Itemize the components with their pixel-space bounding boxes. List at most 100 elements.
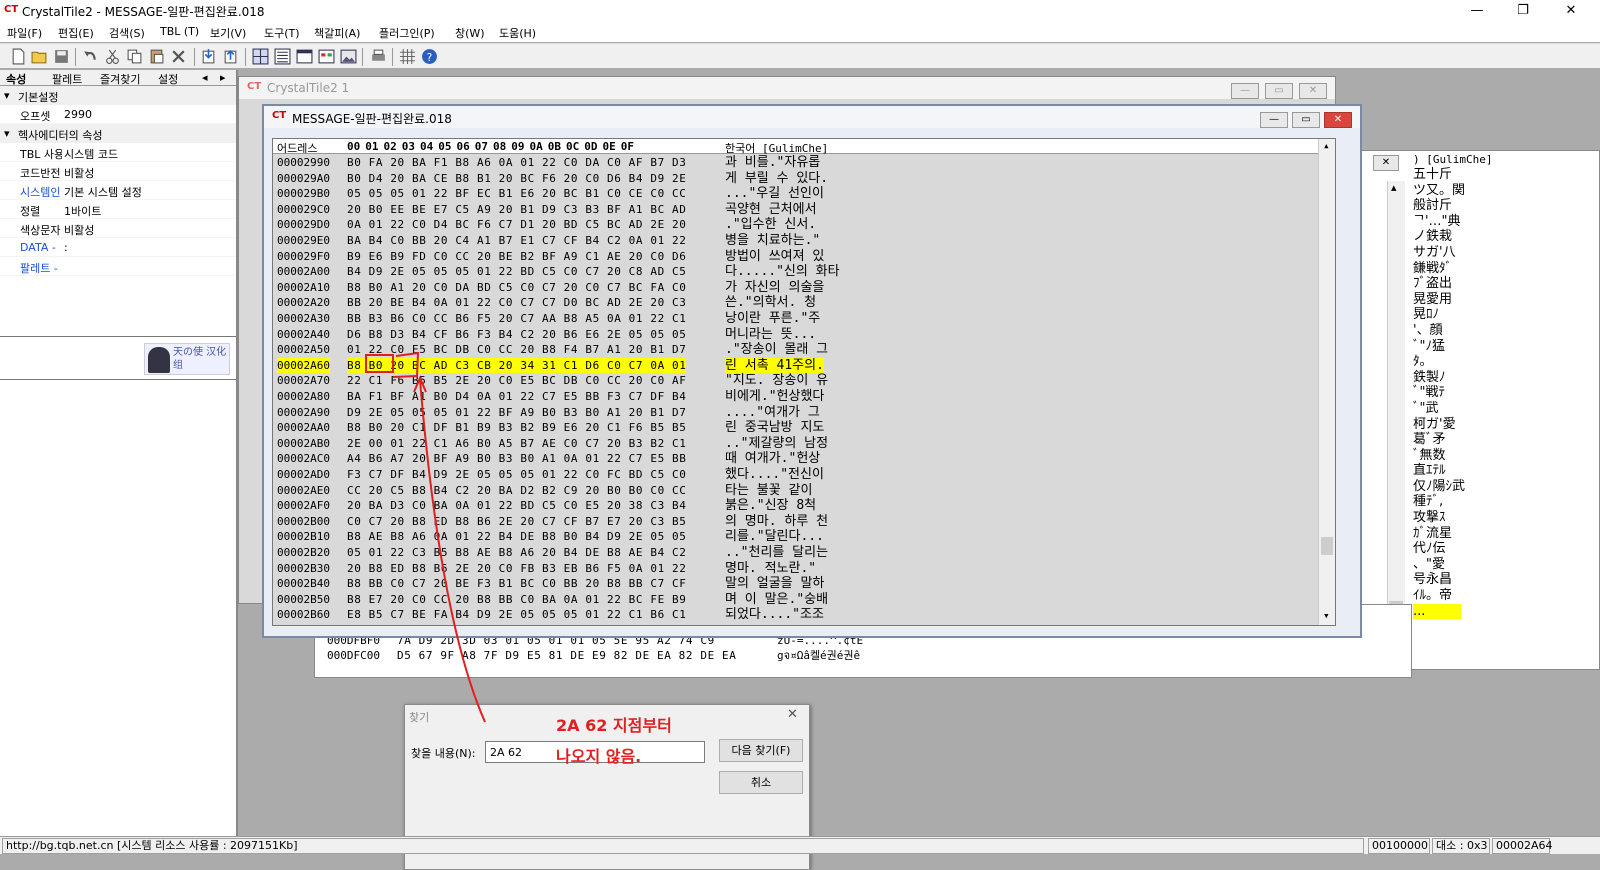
hex-text[interactable]: 리를."달린다... — [725, 529, 824, 544]
hex-row[interactable]: 000029E0 BA B4 C0 BB 20 C4 A1 B7 E1 C7 CF… — [273, 233, 1335, 249]
hex-bytes[interactable]: D9 2E 05 05 05 01 22 BF A9 B0 B3 B0 A1 2… — [347, 405, 686, 420]
hex-bytes[interactable]: B4 D9 2E 05 05 05 01 22 BD C5 C0 C7 20 C… — [347, 264, 686, 279]
hex-bytes[interactable]: 2E 00 01 22 C1 A6 B0 A5 B7 AE C0 C7 20 B… — [347, 436, 686, 451]
hex-text[interactable]: ."장송이 몰래 그 — [725, 342, 828, 357]
hex-bytes[interactable]: 0A 01 22 C0 D4 BC F6 C7 D1 20 BD C5 BC A… — [347, 217, 686, 232]
hex-text[interactable]: 방법이 쓰여져 있 — [725, 249, 824, 264]
hex-bytes[interactable]: D6 B8 D3 B4 CF B6 F3 B4 C2 20 B6 E6 2E 0… — [347, 327, 686, 342]
hex-row[interactable]: 00002A10 B8 B0 A1 20 C0 DA BD C5 C0 C7 20… — [273, 280, 1335, 296]
collapse-icon[interactable]: ▾ — [4, 89, 10, 102]
minimize-button[interactable]: — — [1454, 0, 1500, 22]
maximize-button[interactable]: ▭ — [1265, 83, 1293, 99]
hex-bytes[interactable]: BB B3 B6 C0 CC B6 F5 20 C7 AA B8 A5 0A 0… — [347, 311, 686, 326]
vertical-scrollbar[interactable]: ▴ ▾ — [1387, 181, 1405, 652]
print-icon[interactable] — [370, 48, 387, 65]
hex-text[interactable]: 과 비를."자유롭 — [725, 155, 820, 170]
scroll-up-icon[interactable]: ▴ — [1323, 139, 1330, 152]
cut-icon[interactable] — [104, 48, 121, 65]
menu-view[interactable]: 보기(V) — [210, 25, 246, 41]
prop-row-code-invert[interactable]: 코드반전 비활성 — [0, 162, 236, 181]
hex-text[interactable]: .."제갈량의 남정 — [725, 436, 828, 451]
import-icon[interactable] — [200, 48, 217, 65]
hex-bytes[interactable]: F3 C7 DF B4 D9 2E 05 05 05 01 22 C0 FC B… — [347, 467, 686, 482]
hex-bytes[interactable]: BB 20 BE B4 0A 01 22 C0 C7 C7 D0 BC AD 2… — [347, 295, 686, 310]
hex-row[interactable]: 00002B60 E8 B5 C7 BE FA B4 D9 2E 05 05 05… — [273, 607, 1335, 623]
close-button[interactable]: ✕ — [1299, 83, 1327, 99]
hex-text[interactable]: 타는 불꽃 같이 — [725, 483, 812, 498]
mdi-window-main[interactable]: CT MESSAGE-일판-편집완료.018 — ▭ ✕ 어드레스 00 01 02… — [262, 104, 1362, 638]
group-basic-settings[interactable]: ▾ 기본설정 — [0, 86, 236, 105]
prop-row-system[interactable]: 시스템인 기본 시스템 설정 — [0, 181, 236, 200]
hex-text[interactable]: .."천리를 달리는 — [725, 545, 828, 560]
hex-text[interactable]: 가 자신의 의술을 — [725, 280, 824, 295]
scroll-thumb[interactable] — [1321, 537, 1333, 555]
prop-row-color-text[interactable]: 색상문자 비활성 — [0, 219, 236, 238]
hex-bytes[interactable]: BA F1 BF A1 B0 D4 0A 01 22 C7 E5 BB F3 C… — [347, 389, 686, 404]
menu-window[interactable]: 창(W) — [455, 25, 485, 41]
hex-row[interactable]: 000029F0 B9 E6 B9 FD C0 CC 20 BE B2 BF A9… — [273, 249, 1335, 265]
menu-search[interactable]: 검색(S) — [109, 25, 145, 41]
undo-icon[interactable] — [82, 48, 99, 65]
prop-row-data[interactable]: DATA - : — [0, 238, 236, 257]
hex-row[interactable]: 00002A80 BA F1 BF A1 B0 D4 0A 01 22 C7 E5… — [273, 389, 1335, 405]
new-file-icon[interactable] — [10, 48, 27, 65]
hex-bytes[interactable]: 22 C1 F6 B5 B5 2E 20 C0 E5 BC DB C0 CC 2… — [347, 373, 686, 388]
vertical-scrollbar[interactable]: ▴ ▾ — [1318, 139, 1335, 625]
hex-row[interactable]: 000029C0 20 B0 EE BE E7 C5 A9 20 B1 D9 C3… — [273, 202, 1335, 218]
hex-text[interactable]: 되었다...."조조 — [725, 607, 824, 622]
hex-bytes[interactable]: B0 FA 20 BA F1 B8 A6 0A 01 22 C0 DA C0 A… — [347, 155, 686, 170]
hex-text[interactable]: 붉은."신장 8척 — [725, 498, 816, 513]
hex-row[interactable]: 00002B10 B8 AE B8 A6 0A 01 22 B4 DE B8 B0… — [273, 529, 1335, 545]
hex-bytes[interactable]: 20 BA D3 C0 BA 0A 01 22 BD C5 C0 E5 20 3… — [347, 498, 686, 513]
tab-scroll-left-icon[interactable]: ◂ — [202, 71, 208, 84]
hex-text[interactable]: 머니라는 뜻... — [725, 327, 816, 342]
save-icon[interactable] — [53, 48, 70, 65]
hex-row[interactable]: 00002A40 D6 B8 D3 B4 CF B6 F3 B4 C2 20 B6… — [273, 327, 1335, 343]
hex-bytes[interactable]: 20 B0 EE BE E7 C5 A9 20 B1 D9 C3 B3 BF A… — [347, 202, 686, 217]
hex-row[interactable]: 00002990 B0 FA 20 BA F1 B8 A6 0A 01 22 C0… — [273, 155, 1335, 171]
close-button[interactable]: ✕ — [1324, 112, 1352, 128]
hex-row[interactable]: 00002AA0 B8 B0 20 C1 DF B1 B9 B3 B2 B9 E6… — [273, 420, 1335, 436]
hex-bytes[interactable]: B8 BB C0 C7 20 BE F3 B1 BC C0 BB 20 B8 B… — [347, 576, 686, 591]
close-button[interactable]: ✕ — [1373, 155, 1399, 171]
menu-file[interactable]: 파일(F) — [7, 25, 42, 41]
hex-text[interactable]: 비에게."헌상했다 — [725, 389, 824, 404]
hex-row[interactable]: 00002B00 C0 C7 20 B8 ED B8 B6 2E 20 C7 CF… — [273, 514, 1335, 530]
prop-row-palette[interactable]: 팔레트 - — [0, 257, 236, 276]
paste-icon[interactable] — [148, 48, 165, 65]
hex-row-selected[interactable]: 00002A60 B8 B0 20 BC AD C3 CB 20 34 31 C1… — [273, 357, 1335, 374]
hex-row[interactable]: 00002AD0 F3 C7 DF B4 D9 2E 05 05 05 01 22… — [273, 467, 1335, 483]
hex-bytes[interactable]: B8 E7 20 C0 CC 20 B8 BB C0 BA 0A 01 22 B… — [347, 592, 686, 607]
scroll-up-icon[interactable]: ▴ — [1391, 181, 1397, 194]
hex-text[interactable]: 말의 얼굴을 말하 — [725, 576, 824, 591]
tab-palette[interactable]: 팔레트 — [52, 71, 82, 87]
hex-bytes[interactable]: B8 B0 20 C1 DF B1 B9 B3 B2 B9 E6 20 C1 F… — [347, 420, 686, 435]
menu-tools[interactable]: 도구(T) — [264, 25, 300, 41]
menu-plugin[interactable]: 플러그인(P) — [379, 25, 435, 41]
hex-text[interactable]: 했다...."전신이 — [725, 467, 824, 482]
hex-text[interactable]: 곡양현 근처에서 — [725, 202, 817, 217]
image-icon[interactable] — [340, 48, 357, 65]
tab-favorites[interactable]: 즐겨찾기 — [100, 71, 140, 87]
hex-text[interactable]: 의 명마. 하루 천 — [725, 514, 828, 529]
hex-bytes[interactable]: C0 C7 20 B8 ED B8 B6 2E 20 C7 CF B7 E7 2… — [347, 514, 686, 529]
maximize-button[interactable]: ▭ — [1292, 112, 1320, 128]
hex-bytes[interactable]: CC 20 C5 B8 B4 C2 20 BA D2 B2 C9 20 B0 B… — [347, 483, 686, 498]
text-view-icon[interactable] — [296, 48, 313, 65]
hex-bytes[interactable]: B0 D4 20 BA CE B8 B1 20 BC F6 20 C0 D6 B… — [347, 171, 686, 186]
hex-row[interactable]: 00002AF0 20 BA D3 C0 BA 0A 01 22 BD C5 C0… — [273, 498, 1335, 514]
hex-row[interactable]: 00002A00 B4 D9 2E 05 05 05 01 22 BD C5 C0… — [273, 264, 1335, 280]
hex-row[interactable]: 000029D0 0A 01 22 C0 D4 BC F6 C7 D1 20 BD… — [273, 217, 1335, 233]
hex-row[interactable]: 00002A90 D9 2E 05 05 05 01 22 BF A9 B0 B3… — [273, 405, 1335, 421]
hex-row[interactable]: 00002B30 20 B8 ED B8 B6 2E 20 C0 FB B3 EB… — [273, 561, 1335, 577]
hex-bytes[interactable]: 05 05 05 01 22 BF EC B1 E6 20 BC B1 C0 C… — [347, 186, 686, 201]
hex-text[interactable]: 린 중국남방 지도 — [725, 420, 824, 435]
hex-row[interactable]: 00002A30 BB B3 B6 C0 CC B6 F5 20 C7 AA B8… — [273, 311, 1335, 327]
hex-text[interactable]: 다....."신의 화타 — [725, 264, 840, 279]
cancel-button[interactable]: 취소 — [719, 771, 803, 794]
prop-row-align[interactable]: 정렬 1바이트 — [0, 200, 236, 219]
scroll-down-icon[interactable]: ▾ — [1323, 609, 1330, 622]
hex-bytes[interactable]: 05 01 22 C3 B5 B8 AE B8 A6 20 B4 DE B8 A… — [347, 545, 686, 560]
dialog-close-icon[interactable]: ✕ — [787, 707, 798, 722]
minimize-button[interactable]: — — [1260, 112, 1288, 128]
